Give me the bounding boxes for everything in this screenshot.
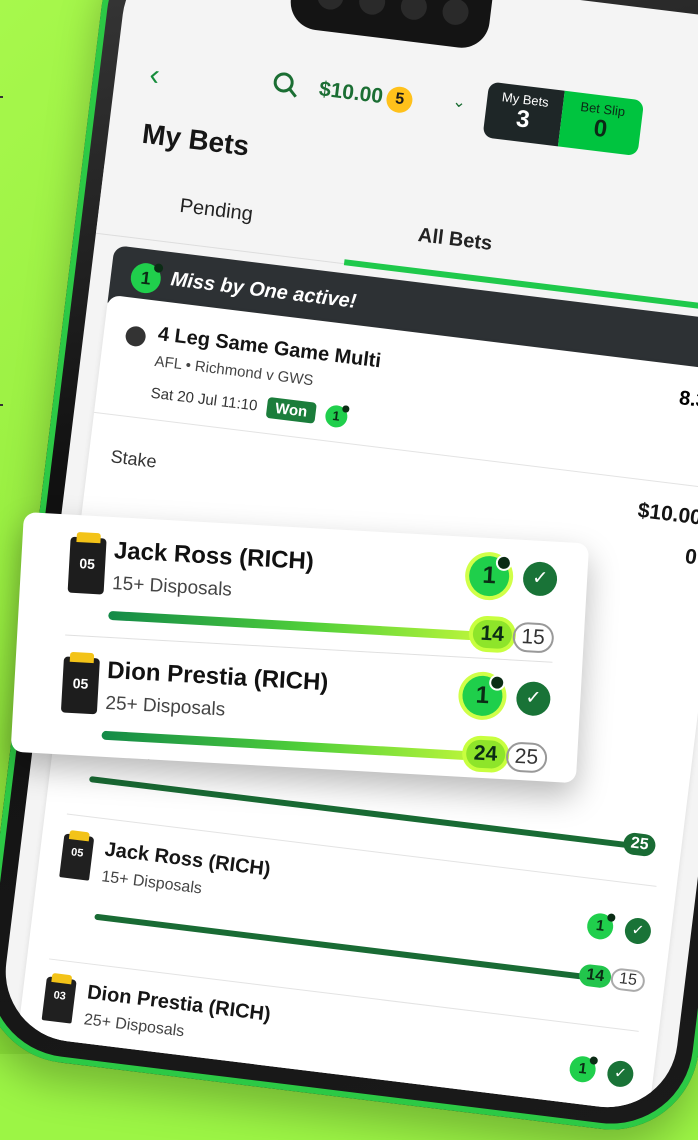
bonus-count-badge: 5 (385, 85, 415, 115)
leg-progress-bar (94, 913, 606, 983)
miss-by-one-icon: 1 (461, 674, 504, 717)
bet-date: Sat 20 Jul 11:10 (149, 384, 259, 415)
leg-target-pill: 15 (511, 621, 555, 654)
check-icon: ✓ (515, 680, 552, 717)
leg-market: 25+ Disposals (104, 692, 226, 721)
camera-dot (316, 0, 345, 12)
camera-dot (399, 0, 429, 22)
payout-value: 0 (683, 545, 698, 570)
leg-status-icons: 1 ✓ (468, 554, 558, 600)
stake-label: Stake (109, 446, 158, 472)
jersey-icon: 05 (59, 833, 95, 881)
check-icon: ✓ (522, 560, 558, 597)
miss-by-one-icon: 1 (323, 404, 349, 429)
jersey-icon: 03 (41, 976, 77, 1024)
leg-market: 15+ Disposals (111, 573, 233, 601)
leg-target-pill: 15 (609, 967, 647, 994)
leg-progress-bar (88, 776, 632, 849)
leg-progress-bar (108, 610, 475, 641)
leg-actual-pill: 25 (622, 831, 657, 858)
camera-dot (357, 0, 387, 17)
leg-target-pill: 25 (504, 741, 548, 774)
leg-status-icons: 1 ✓ (585, 911, 653, 946)
my-bets-button[interactable]: My Bets 3 (482, 81, 565, 147)
leg-player: Jack Ross (RICH) (113, 537, 315, 576)
leg-actual-pill: 24 (465, 739, 506, 770)
back-chevron-icon[interactable]: ‹ (148, 58, 162, 92)
tab-pending[interactable]: Pending (178, 195, 255, 227)
highlight-legs-card: 05 Jack Ross (RICH) 15+ Disposals 1 ✓ 14 … (10, 512, 590, 784)
leg-actual-pill: 14 (471, 619, 513, 650)
football-icon (124, 325, 147, 348)
check-icon: ✓ (605, 1059, 635, 1089)
leg-actual-pill: 14 (578, 963, 613, 989)
divider (93, 411, 698, 491)
camera-dot (441, 0, 471, 27)
leg-progress-bar (101, 730, 468, 761)
miss-by-one-icon: 1 (468, 554, 511, 598)
leg-market: 25+ Disposals (82, 1011, 186, 1041)
miss-by-one-icon: 1 (568, 1054, 598, 1084)
miss-by-one-icon: 1 (129, 261, 163, 295)
page-title: My Bets (140, 117, 251, 162)
edge-tick (0, 96, 3, 98)
stake-value: $10.00 (636, 498, 698, 530)
leg-market: 15+ Disposals (100, 868, 203, 898)
bet-odds: 8.30 (677, 387, 698, 414)
leg-player: Dion Prestia (RICH) (106, 656, 330, 697)
bet-slip-button[interactable]: Bet Slip 0 (557, 90, 645, 157)
jersey-icon: 05 (60, 656, 100, 715)
status-badge: Won (265, 396, 317, 424)
tab-all-bets[interactable]: All Bets (417, 224, 494, 256)
edge-tick (0, 404, 3, 406)
leg-status-icons: 1 ✓ (461, 674, 552, 720)
jersey-icon: 05 (67, 536, 107, 595)
chevron-down-icon[interactable]: ⌄ (451, 91, 467, 112)
account-balance[interactable]: $10.00 5 (317, 77, 415, 115)
check-icon: ✓ (623, 916, 653, 946)
miss-by-one-icon: 1 (585, 911, 615, 941)
leg-status-icons: 1 ✓ (568, 1054, 635, 1089)
